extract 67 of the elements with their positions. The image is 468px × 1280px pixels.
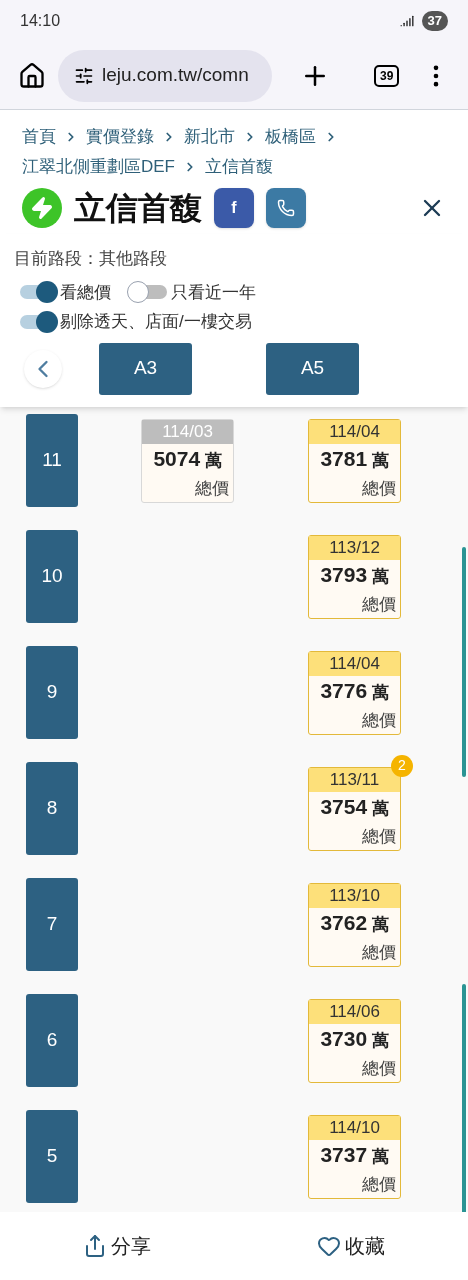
date-label: 114/06 bbox=[309, 999, 400, 1024]
price-card[interactable]: 114/04 3781 萬 總價 bbox=[308, 418, 401, 503]
breadcrumb-link[interactable]: 江翠北側重劃區DEF bbox=[22, 152, 175, 182]
segment-label: 目前路段：其他路段 bbox=[14, 248, 168, 270]
page-title: 立信首馥 bbox=[74, 189, 202, 228]
toggle-label: 剔除透天、店面/一樓交易 bbox=[60, 311, 252, 333]
breadcrumb-link[interactable]: 實價登錄 bbox=[86, 122, 154, 152]
back-button[interactable] bbox=[24, 349, 62, 388]
floor-label: 9 bbox=[26, 645, 78, 739]
price-text: 3793 萬 bbox=[319, 561, 390, 588]
date-label: 113/10 bbox=[309, 883, 400, 908]
unit-column-header[interactable]: A5 bbox=[266, 342, 359, 395]
price-card[interactable]: 114/04 3776 萬 總價 bbox=[308, 650, 401, 735]
price-card[interactable]: 114/03 5074 萬 總價 bbox=[141, 418, 234, 503]
breadcrumb-link[interactable]: 板橋區 bbox=[265, 122, 316, 152]
price-caption: 總價 bbox=[361, 1173, 397, 1196]
floor-label: 11 bbox=[26, 413, 78, 507]
date-label: 113/12 bbox=[309, 535, 400, 560]
breadcrumb-link[interactable]: 立信首馥 bbox=[205, 152, 273, 182]
price-caption: 總價 bbox=[361, 941, 397, 964]
price-text: 3776 萬 bbox=[319, 677, 390, 704]
price-caption: 總價 bbox=[361, 593, 397, 616]
price-caption: 總價 bbox=[361, 1057, 397, 1080]
price-caption: 總價 bbox=[361, 825, 397, 848]
unit-column-header[interactable]: A3 bbox=[99, 342, 192, 395]
floor-label: 10 bbox=[26, 529, 78, 623]
battery-indicator: 37 bbox=[421, 11, 448, 31]
facebook-button[interactable]: f bbox=[214, 188, 254, 228]
price-caption: 總價 bbox=[361, 477, 397, 500]
price-caption: 總價 bbox=[194, 477, 230, 500]
heart-icon bbox=[317, 1234, 341, 1258]
share-button[interactable]: 分享 bbox=[0, 1231, 234, 1261]
date-label: 114/04 bbox=[309, 419, 400, 444]
phone-button[interactable] bbox=[266, 188, 306, 228]
date-label: 114/03 bbox=[142, 419, 233, 444]
address-bar[interactable]: leju.com.tw/comn bbox=[58, 49, 272, 102]
floor-label: 8 bbox=[26, 761, 78, 855]
floor-label: 5 bbox=[26, 1109, 78, 1203]
favorite-button[interactable]: 收藏 bbox=[234, 1231, 468, 1261]
date-label: 114/04 bbox=[309, 651, 400, 676]
price-card[interactable]: 113/10 3762 萬 總價 bbox=[308, 882, 401, 967]
share-icon bbox=[83, 1234, 107, 1258]
price-text: 3737 萬 bbox=[319, 1141, 390, 1168]
floor-label: 6 bbox=[26, 993, 78, 1087]
price-card[interactable]: 114/10 3737 萬 總價 bbox=[308, 1114, 401, 1199]
price-card[interactable]: 113/12 3793 萬 總價 bbox=[308, 534, 401, 619]
floor-label: 7 bbox=[26, 877, 78, 971]
site-settings-icon[interactable] bbox=[74, 65, 94, 86]
breadcrumb-link[interactable]: 首頁 bbox=[22, 122, 56, 152]
tab-count[interactable]: 39 bbox=[374, 64, 400, 87]
phone-icon bbox=[277, 199, 295, 217]
signal-icon bbox=[399, 14, 414, 28]
home-icon[interactable] bbox=[18, 61, 46, 90]
count-badge: 2 bbox=[391, 754, 413, 777]
price-caption: 總價 bbox=[361, 709, 397, 732]
breadcrumb-link[interactable]: 新北市 bbox=[184, 122, 235, 152]
price-text: 3762 萬 bbox=[319, 909, 390, 936]
price-text: 3781 萬 bbox=[319, 445, 390, 472]
date-label: 114/10 bbox=[309, 1115, 400, 1140]
price-text: 5074 萬 bbox=[152, 445, 223, 472]
toggle-label: 只看近一年 bbox=[171, 281, 256, 304]
lightning-icon bbox=[22, 188, 62, 228]
price-text: 3730 萬 bbox=[319, 1025, 390, 1052]
status-time: 14:10 bbox=[20, 11, 61, 31]
price-text: 3754 萬 bbox=[319, 793, 390, 820]
price-card[interactable]: 114/06 3730 萬 總價 bbox=[308, 998, 401, 1083]
toggle-label: 看總價 bbox=[60, 281, 111, 304]
